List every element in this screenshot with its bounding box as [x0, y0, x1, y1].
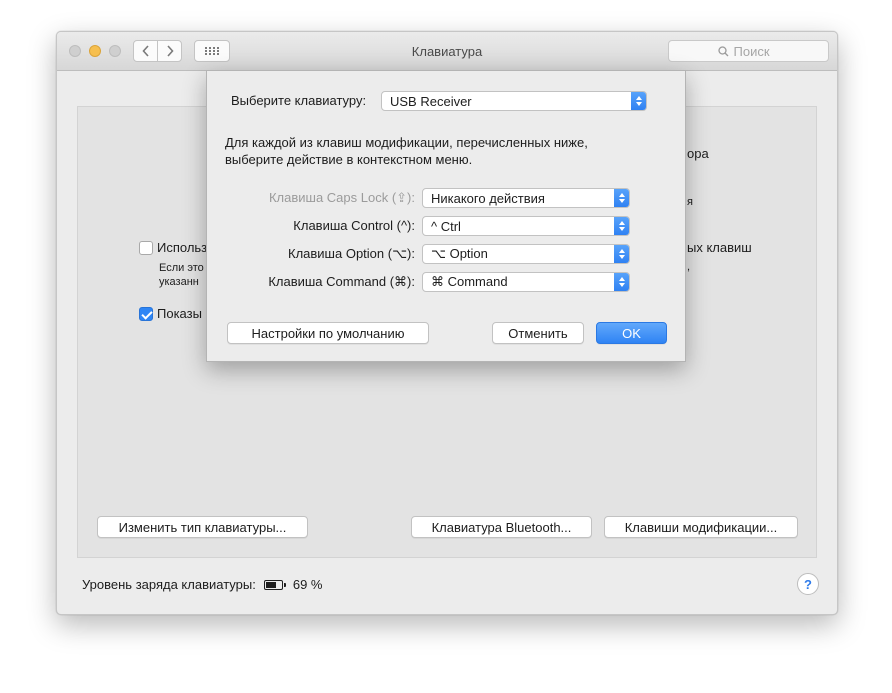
option-value: ⌥ Option: [431, 246, 488, 261]
modifier-keys-button[interactable]: Клавиши модификации...: [604, 516, 798, 538]
caps-lock-popup[interactable]: Никакого действия: [422, 188, 630, 208]
search-icon: [717, 45, 728, 56]
fn-keys-hint-line1: Если это: [159, 262, 204, 274]
control-popup[interactable]: ^ Ctrl: [422, 216, 630, 236]
command-popup[interactable]: ⌘ Command: [422, 272, 630, 292]
up-down-arrows-icon: [614, 245, 629, 263]
battery-tip: [283, 582, 286, 587]
battery-label: Уровень заряда клавиатуры:: [82, 577, 256, 592]
fn-keys-hint-line2: указанн: [159, 276, 199, 288]
help-button[interactable]: ?: [797, 573, 819, 595]
select-keyboard-label: Выберите клавиатуру:: [231, 93, 367, 108]
up-down-arrows-icon: [631, 92, 646, 110]
ok-button[interactable]: OK: [596, 322, 667, 344]
caps-lock-label: Клавиша Caps Lock (⇪):: [268, 190, 415, 205]
battery-icon: [263, 579, 286, 590]
right-fragment-2: я: [687, 196, 693, 208]
up-down-arrows-icon: [614, 189, 629, 207]
description-line-2: выберите действие в контекстном меню.: [225, 152, 473, 167]
search-field[interactable]: [668, 40, 829, 62]
change-keyboard-type-button[interactable]: Изменить тип клавиатуры...: [97, 516, 308, 538]
battery-percent: 69 %: [292, 577, 323, 592]
keyboard-select-value: USB Receiver: [390, 93, 472, 109]
command-value: ⌘ Command: [431, 274, 508, 289]
bluetooth-keyboard-button[interactable]: Клавиатура Bluetooth...: [411, 516, 592, 538]
use-fn-keys-label: Использ: [157, 240, 208, 255]
description-line-1: Для каждой из клавиш модификации, перечи…: [225, 135, 588, 150]
show-viewer-label: Показы: [157, 306, 202, 321]
restore-defaults-button[interactable]: Настройки по умолчанию: [227, 322, 429, 344]
battery-status: Уровень заряда клавиатуры: 69 %: [82, 577, 322, 592]
right-fragment-1: ора: [687, 146, 709, 161]
right-fragment-3: ых клавиш: [687, 240, 752, 255]
caps-lock-value: Никакого действия: [431, 190, 545, 206]
cancel-button[interactable]: Отменить: [492, 322, 584, 344]
up-down-arrows-icon: [614, 273, 629, 291]
right-fragment-4: ,: [687, 261, 691, 273]
control-label: Клавиша Control (^):: [293, 218, 415, 233]
option-popup[interactable]: ⌥ Option: [422, 244, 630, 264]
control-value: ^ Ctrl: [431, 218, 461, 234]
keyboard-select-popup[interactable]: USB Receiver: [381, 91, 647, 111]
command-label: Клавиша Command (⌘):: [268, 274, 415, 289]
up-down-arrows-icon: [614, 217, 629, 235]
search-input[interactable]: [733, 43, 780, 59]
battery-fill: [265, 581, 276, 588]
sheet-description: Для каждой из клавиш модификации, перечи…: [225, 134, 665, 168]
titlebar: Клавиатура: [57, 32, 837, 71]
show-viewer-checkbox[interactable]: [139, 307, 153, 321]
option-label: Клавиша Option (⌥):: [288, 246, 415, 261]
use-fn-keys-checkbox[interactable]: [139, 241, 153, 255]
modifier-keys-sheet: Выберите клавиатуру: USB Receiver Для ка…: [206, 70, 686, 362]
